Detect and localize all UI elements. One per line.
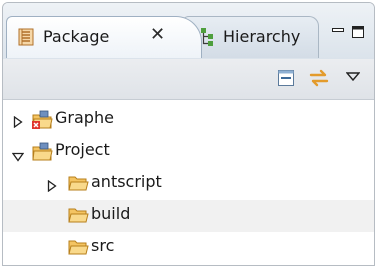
tab-package[interactable]: Package ✕ <box>6 16 202 58</box>
expand-arrow-icon[interactable] <box>13 113 23 132</box>
tree-item-src[interactable]: src <box>3 232 374 264</box>
maximize-icon[interactable] <box>352 23 364 38</box>
link-with-editor-icon[interactable] <box>308 67 330 93</box>
tree-item-label: build <box>91 204 131 223</box>
project-error-icon <box>31 110 53 134</box>
collapse-arrow-icon[interactable] <box>11 147 25 166</box>
folder-icon <box>67 174 89 196</box>
tab-package-label: Package <box>43 27 110 46</box>
project-tree: Graphe Project antscript build src <box>3 100 374 265</box>
tree-item-label: src <box>91 236 115 255</box>
tree-item-project[interactable]: Project <box>3 136 374 168</box>
expand-arrow-icon[interactable] <box>47 177 57 196</box>
view-menu-icon[interactable] <box>345 67 361 86</box>
package-explorer-view: Hierarchy Package ✕ Graphe Project antsc… <box>2 2 375 266</box>
collapse-all-icon[interactable] <box>278 70 294 90</box>
tree-item-antscript[interactable]: antscript <box>3 168 374 200</box>
folder-icon <box>67 238 89 260</box>
tree-item-build[interactable]: build <box>3 200 374 232</box>
package-explorer-icon <box>18 28 34 50</box>
tree-item-label: antscript <box>91 172 162 191</box>
view-toolbar <box>3 59 374 100</box>
minimize-icon[interactable] <box>332 23 344 33</box>
tree-item-label: Project <box>55 140 110 159</box>
tree-item-label: Graphe <box>55 108 114 127</box>
close-icon[interactable]: ✕ <box>150 26 165 44</box>
tab-hierarchy-label: Hierarchy <box>223 27 301 46</box>
folder-icon <box>67 206 89 228</box>
project-icon <box>31 142 53 166</box>
tree-item-graphe[interactable]: Graphe <box>3 104 374 136</box>
view-tab-strip: Hierarchy Package ✕ <box>3 3 374 60</box>
